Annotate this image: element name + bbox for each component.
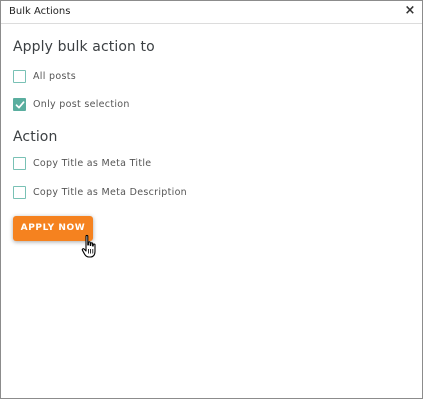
only-post-selection-checkbox[interactable] [13, 97, 26, 111]
copy-title-meta-description-label[interactable]: Copy Title as Meta Description [33, 187, 187, 198]
dialog-titlebar: Bulk Actions × [1, 1, 422, 24]
dialog-title: Bulk Actions [9, 6, 71, 17]
hand-pointer-cursor-icon [81, 234, 96, 258]
action-section-heading: Action [13, 129, 58, 145]
copy-title-meta-description-checkbox[interactable] [13, 185, 26, 199]
option-all-posts[interactable]: All posts [13, 69, 76, 83]
close-icon[interactable]: × [403, 4, 417, 18]
apply-section-heading: Apply bulk action to [13, 39, 155, 55]
bulk-actions-dialog: Bulk Actions × Apply bulk action to All … [0, 0, 423, 399]
all-posts-label[interactable]: All posts [33, 71, 76, 82]
option-copy-title-meta-description[interactable]: Copy Title as Meta Description [13, 185, 187, 199]
copy-title-meta-title-label[interactable]: Copy Title as Meta Title [33, 158, 151, 169]
only-post-selection-label[interactable]: Only post selection [33, 99, 130, 110]
option-only-post-selection[interactable]: Only post selection [13, 97, 130, 111]
copy-title-meta-title-checkbox[interactable] [13, 156, 26, 170]
all-posts-checkbox[interactable] [13, 69, 26, 83]
option-copy-title-meta-title[interactable]: Copy Title as Meta Title [13, 156, 151, 170]
checkmark-icon [15, 100, 25, 108]
